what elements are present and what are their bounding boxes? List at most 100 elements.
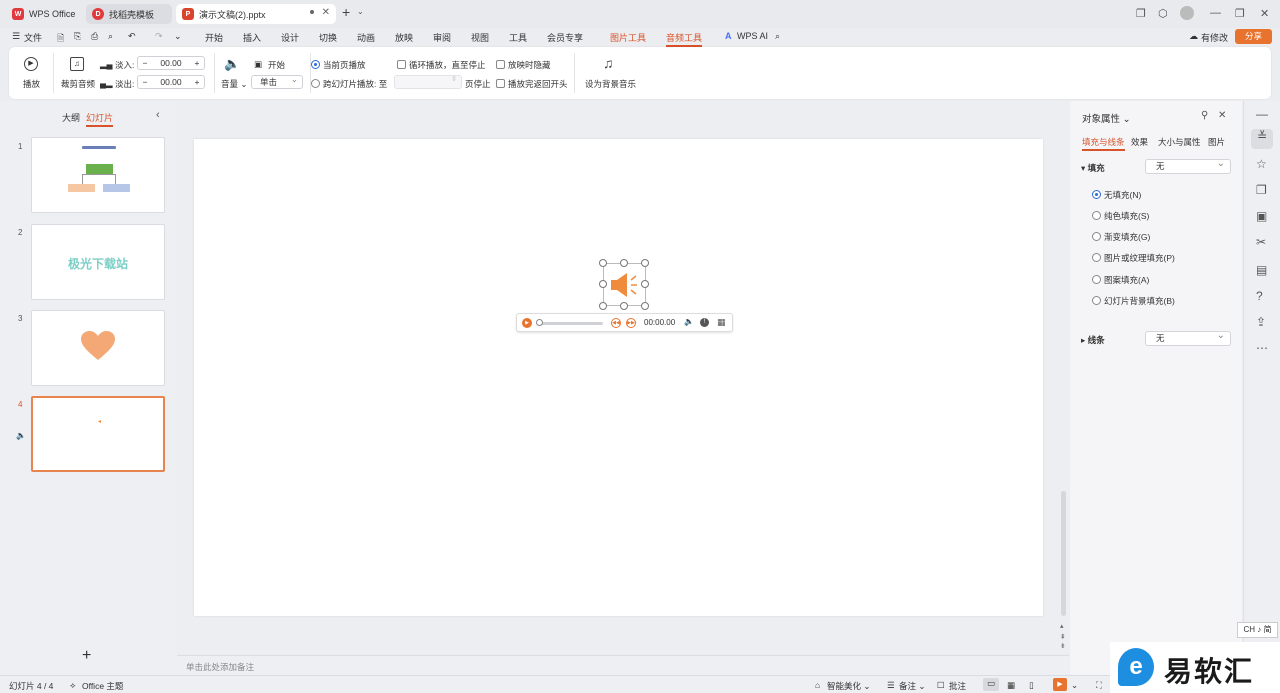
info-icon[interactable]: ! [700,318,709,327]
search-icon[interactable]: ⌕ [775,31,780,42]
notes-bar[interactable]: 单击此处添加备注 [177,655,1069,675]
tools-icon[interactable]: ✂ [1256,235,1266,249]
loop-checkbox[interactable]: 循环播放，直至停止 [397,59,486,71]
no-fill-radio[interactable]: 无填充(N) [1092,189,1141,201]
menu-member[interactable]: 会员专享 [547,31,583,44]
wps-ai-icon[interactable]: A [725,31,732,41]
selection-handle[interactable] [599,259,607,267]
tab-picture[interactable]: 图片 [1208,136,1225,148]
book-icon[interactable]: ▤ [1256,263,1267,277]
fill-dropdown[interactable]: 无 [1145,157,1231,174]
progress-track[interactable] [537,322,603,325]
prev-slide-icon[interactable]: ⇞ [1060,633,1066,641]
panel-title[interactable]: 对象属性 ⌄ [1082,111,1131,125]
start-mode-select[interactable]: 单击 ⌄ [251,74,303,89]
slideshow-play-icon[interactable]: ▶ [1053,678,1067,691]
cube-icon[interactable]: ⬡ [1158,7,1168,20]
add-slide-button[interactable]: + [82,647,91,665]
gradient-fill-radio[interactable]: 渐变填充(G) [1092,231,1150,243]
tab-effects[interactable]: 效果 [1131,136,1148,148]
vertical-scrollbar[interactable] [1061,491,1066,616]
new-tab-button[interactable]: + [342,4,350,20]
menu-file[interactable]: 文件 [24,31,42,44]
collapse-panel-icon[interactable]: ‹ [156,109,160,121]
line-dropdown[interactable]: 无 [1145,329,1231,346]
scroll-up-icon[interactable]: ▴ [1060,622,1064,630]
redo-icon[interactable]: ↷ [155,31,163,42]
close-window-icon[interactable]: ✕ [1260,7,1269,20]
menu-review[interactable]: 审阅 [433,31,451,44]
beautify-button[interactable]: 智能美化 ⌄ [827,680,871,692]
set-bg-music-button[interactable]: 设为背景音乐 [585,78,636,90]
tab-size-props[interactable]: 大小与属性 [1158,136,1201,148]
selection-handle[interactable] [599,302,607,310]
grid-view-icon[interactable]: ▦ [1007,680,1015,691]
selection-handle[interactable] [641,280,649,288]
music-note-icon[interactable]: ♫ [603,55,614,71]
trim-audio-button[interactable]: 裁剪音频 [61,78,95,90]
comments-button[interactable]: 批注 [949,680,966,692]
cross-slides-radio[interactable]: 跨幻灯片播放: 至 [311,78,387,90]
play-icon[interactable]: ▶ [24,57,38,71]
fade-in-value[interactable]: 00.00 [152,58,190,68]
notes-placeholder[interactable]: 单击此处添加备注 [186,661,254,673]
stop-page-input[interactable]: ⇳ [394,75,462,89]
close-icon[interactable]: ✕ [322,7,330,18]
tab-wps-office[interactable]: W WPS Office [6,4,82,24]
volume-button[interactable]: 音量 ⌄ [221,78,248,90]
picture-fill-radio[interactable]: 图片或纹理填充(P) [1092,252,1175,264]
current-page-radio[interactable]: 当前页播放 [311,59,366,71]
pattern-fill-radio[interactable]: 图案填充(A) [1092,274,1149,286]
audio-object[interactable] [603,263,646,306]
more-chevron-icon[interactable]: ⌄ [174,31,182,42]
progress-thumb[interactable] [536,319,543,326]
selection-handle[interactable] [620,259,628,267]
export-icon[interactable]: ⎘ [74,31,81,42]
fade-out-value[interactable]: 00.00 [152,77,190,87]
plus-icon[interactable]: + [190,77,204,87]
minus-icon[interactable]: − [138,77,152,87]
minus-icon[interactable]: − [138,58,152,68]
collapse-icon[interactable]: — [1256,107,1268,121]
share-icon[interactable]: ⇪ [1256,315,1266,329]
menu-design[interactable]: 设计 [281,31,299,44]
has-changes-label[interactable]: 有修改 [1201,31,1228,44]
player-volume-icon[interactable]: 🔈 [684,317,694,326]
slide-thumbnail-4[interactable]: ◂ [31,396,165,472]
save-icon[interactable]: 🗎 [57,31,64,47]
theme-name[interactable]: Office 主题 [82,680,123,692]
menu-view[interactable]: 视图 [471,31,489,44]
stepper-arrows-icon[interactable]: ⇳ [451,75,457,83]
slide-bg-fill-radio[interactable]: 幻灯片背景填充(B) [1092,295,1175,307]
menu-audio-tools[interactable]: 音频工具 [666,31,703,47]
plus-icon[interactable]: + [190,58,204,68]
rewind-icon[interactable]: ◀◀ [611,318,621,328]
rewind-checkbox[interactable]: 播放完返回开头 [496,78,568,90]
tab-outline[interactable]: 大纲 [62,111,80,124]
fit-window-icon[interactable]: ⛶ [1096,680,1102,691]
image-icon[interactable]: ▣ [1256,209,1267,223]
menu-slideshow[interactable]: 放映 [395,31,413,44]
tab-fill-line[interactable]: 填充与线条 [1082,136,1125,151]
menu-insert[interactable]: 插入 [243,31,261,44]
settings-icon[interactable]: ▦ [717,317,726,328]
menu-tools[interactable]: 工具 [509,31,527,44]
restore-icon[interactable]: ❐ [1235,7,1245,20]
next-slide-icon[interactable]: ⇟ [1060,642,1066,650]
minimize-icon[interactable]: — [1210,7,1221,19]
slide-thumbnail-2[interactable]: 极光下载站 [31,224,165,300]
solid-fill-radio[interactable]: 纯色填充(S) [1092,210,1149,222]
notes-button[interactable]: 备注 ⌄ [899,680,926,692]
menu-animation[interactable]: 动画 [357,31,375,44]
normal-view-icon[interactable]: ▭ [983,678,999,691]
window-tile-icon[interactable]: ❐ [1136,7,1146,20]
player-play-icon[interactable]: ▶ [522,318,532,328]
play-button[interactable]: 播放 [23,78,40,90]
help-icon[interactable]: ? [1256,289,1263,303]
print-icon[interactable]: ⎙ [91,31,98,42]
share-button[interactable]: 分享 [1235,29,1272,44]
tab-dot-icon[interactable] [310,10,314,14]
menu-wps-ai[interactable]: WPS AI [737,31,768,41]
speaker-icon[interactable]: 🔈 [224,56,240,72]
hamburger-icon[interactable]: ☰ [12,31,20,42]
